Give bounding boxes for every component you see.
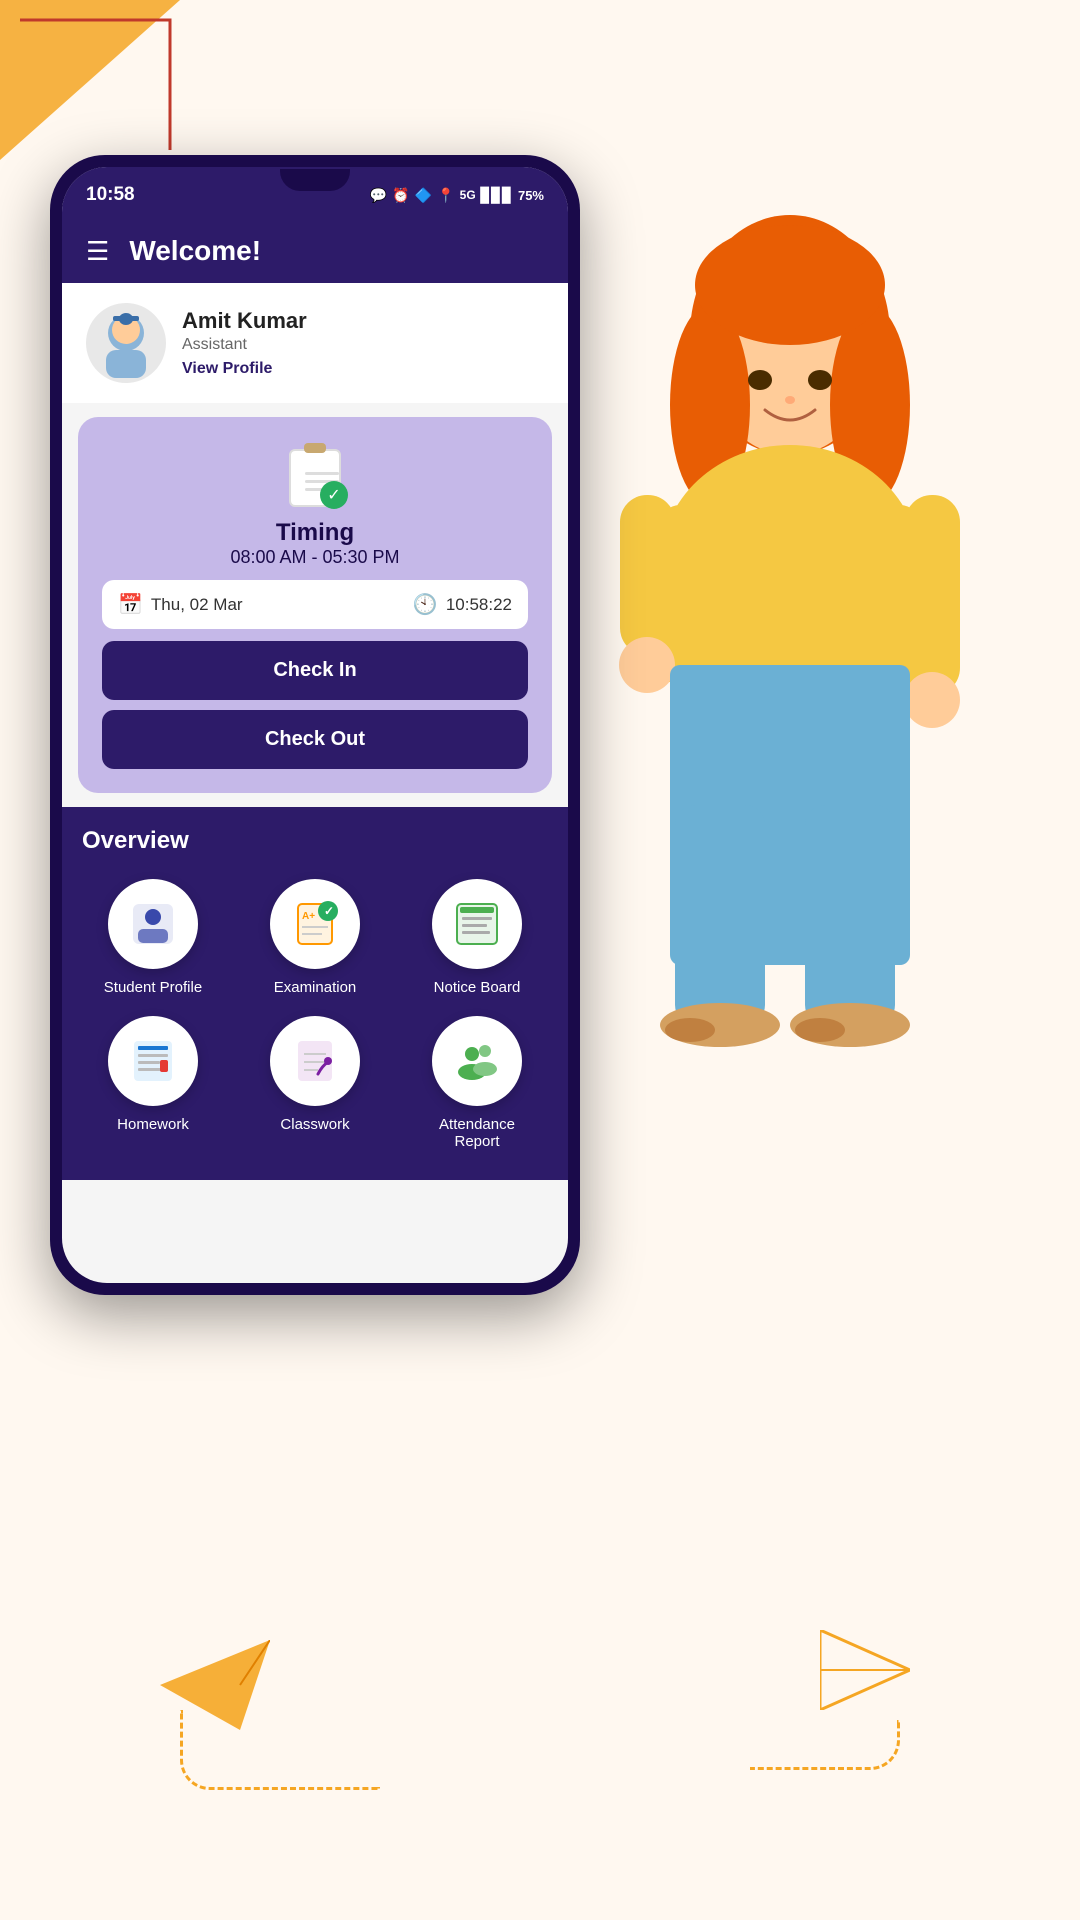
overview-grid: Student Profile A+ ✓ Exami [82, 879, 548, 1150]
profile-info: Amit Kumar Assistant View Profile [182, 308, 307, 378]
dotted-line-right [750, 1720, 900, 1770]
whatsapp-icon: 💬 [370, 187, 387, 204]
calendar-icon: 📅 [118, 592, 143, 617]
status-time: 10:58 [86, 184, 135, 206]
overview-title: Overview [82, 827, 548, 855]
timing-hours: 08:00 AM - 05:30 PM [230, 547, 399, 568]
student-profile-icon-circle [108, 879, 198, 969]
phone-notch [280, 169, 350, 191]
location-icon: 📍 [437, 187, 454, 204]
clipboard-clip [304, 443, 326, 453]
time-display: 🕙 10:58:22 [413, 592, 512, 617]
battery-icon: 75% [518, 188, 544, 203]
notice-board-label: Notice Board [434, 979, 521, 996]
bluetooth-icon: 🔷 [415, 187, 432, 204]
character-illustration [530, 155, 1050, 1155]
hamburger-menu-icon[interactable]: ☰ [86, 236, 109, 267]
timing-title: Timing [276, 519, 354, 547]
notice-board-icon-circle [432, 879, 522, 969]
view-profile-link[interactable]: View Profile [182, 360, 307, 378]
overview-item-student-profile[interactable]: Student Profile [82, 879, 224, 996]
phone-frame: 10:58 💬 ⏰ 🔷 📍 5G ▊▊▊ 75% ☰ Welcome! [50, 155, 580, 1295]
date-display: 📅 Thu, 02 Mar [118, 592, 243, 617]
phone-screen: 10:58 💬 ⏰ 🔷 📍 5G ▊▊▊ 75% ☰ Welcome! [62, 167, 568, 1283]
top-left-decoration [0, 0, 200, 180]
examination-icon-circle: A+ ✓ [270, 879, 360, 969]
profile-section: Amit Kumar Assistant View Profile [62, 283, 568, 403]
attendance-report-icon-circle [432, 1016, 522, 1106]
attendance-report-label: Attendance Report [439, 1116, 515, 1150]
overview-item-attendance-report[interactable]: Attendance Report [406, 1016, 548, 1150]
paper-plane-right-decoration [820, 1630, 910, 1710]
signal-icon: ▊▊▊ [481, 187, 513, 204]
overview-item-examination[interactable]: A+ ✓ Examination [244, 879, 386, 996]
svg-text:✓: ✓ [324, 904, 334, 918]
check-circle-icon: ✓ [320, 481, 348, 509]
classwork-icon-circle [270, 1016, 360, 1106]
timing-icon-area: ✓ Timing 08:00 AM - 05:30 PM [102, 441, 528, 568]
status-icons: 💬 ⏰ 🔷 📍 5G ▊▊▊ 75% [370, 187, 544, 204]
date-text: Thu, 02 Mar [151, 595, 243, 615]
profile-name: Amit Kumar [182, 308, 307, 334]
svg-text:A+: A+ [302, 911, 315, 922]
clock-icon: 🕙 [413, 592, 438, 617]
classwork-label: Classwork [280, 1116, 349, 1133]
overview-section: Overview Student Profile [62, 807, 568, 1180]
timing-card: ✓ Timing 08:00 AM - 05:30 PM 📅 Thu, 02 M… [78, 417, 552, 793]
avatar [86, 303, 166, 383]
alarm-icon: ⏰ [392, 187, 409, 204]
date-time-row: 📅 Thu, 02 Mar 🕙 10:58:22 [102, 580, 528, 629]
examination-label: Examination [274, 979, 357, 996]
profile-role: Assistant [182, 336, 307, 354]
time-text: 10:58:22 [446, 595, 512, 615]
dotted-line-left [180, 1710, 380, 1790]
check-in-button[interactable]: Check In [102, 641, 528, 700]
homework-icon-circle [108, 1016, 198, 1106]
app-title: Welcome! [129, 235, 261, 267]
timing-icon: ✓ [280, 441, 350, 511]
homework-label: Homework [117, 1116, 189, 1133]
check-out-button[interactable]: Check Out [102, 710, 528, 769]
overview-item-notice-board[interactable]: Notice Board [406, 879, 548, 996]
overview-item-classwork[interactable]: Classwork [244, 1016, 386, 1150]
network-icon: 5G [460, 188, 476, 202]
overview-item-homework[interactable]: Homework [82, 1016, 224, 1150]
app-header: ☰ Welcome! [62, 219, 568, 283]
student-profile-label: Student Profile [104, 979, 202, 996]
